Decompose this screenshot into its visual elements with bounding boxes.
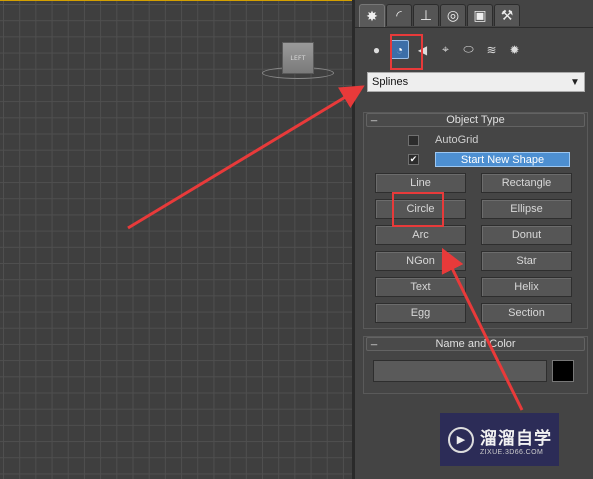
- rectangle-button[interactable]: Rectangle: [481, 173, 572, 193]
- name-and-color-rollout: _ Name and Color: [363, 334, 588, 394]
- viewcube-face-label: LEFT: [290, 54, 306, 62]
- ngon-button-label: NGon: [406, 255, 435, 267]
- command-panel: ✸ ◜ ⊥ ◎ ▣ ⚒ ● ◔ ◀ ⌖ ⬭ ≋ ✹ Splines ▼ _ Ob…: [355, 0, 593, 479]
- object-category-dropdown[interactable]: Splines ▼: [367, 72, 585, 92]
- helix-button-label: Helix: [514, 281, 539, 293]
- hierarchy-tab[interactable]: ⊥: [413, 4, 439, 26]
- text-button-label: Text: [410, 281, 431, 293]
- line-button[interactable]: Line: [375, 173, 466, 193]
- star-button[interactable]: Star: [481, 251, 572, 271]
- watermark-text: 溜溜自学 ZIXUE.3D66.COM: [480, 424, 552, 456]
- create-tab[interactable]: ✸: [359, 4, 385, 28]
- egg-button[interactable]: Egg: [375, 303, 466, 323]
- arc-button-label: Arc: [412, 229, 429, 241]
- autogrid-checkbox[interactable]: [408, 134, 419, 146]
- rectangle-button-label: Rectangle: [501, 177, 552, 189]
- cameras-icon: ⌖: [442, 42, 449, 56]
- object-type-rollout: _ Object Type AutoGrid ✔ Start New Shape…: [363, 110, 588, 329]
- start-new-shape-label: Start New Shape: [460, 153, 545, 166]
- helpers-icon: ⬭: [463, 42, 474, 56]
- space-warps-icon: ≋: [486, 42, 497, 57]
- start-new-shape-button[interactable]: Start New Shape: [435, 152, 570, 167]
- watermark-title: 溜溜自学: [480, 428, 552, 449]
- object-type-rollout-header[interactable]: _ Object Type: [366, 110, 585, 127]
- star-button-label: Star: [516, 255, 537, 267]
- arc-button[interactable]: Arc: [375, 225, 466, 245]
- helix-button[interactable]: Helix: [481, 277, 572, 297]
- autogrid-label: AutoGrid: [435, 134, 479, 146]
- geometry-category-button[interactable]: ●: [367, 40, 386, 59]
- watermark-url: ZIXUE.3D66.COM: [480, 448, 544, 456]
- start-new-shape-row: ✔ Start New Shape: [408, 152, 570, 167]
- utilities-tab[interactable]: ⚒: [494, 4, 520, 26]
- ngon-button[interactable]: NGon: [375, 251, 466, 271]
- motion-icon: ◎: [446, 7, 460, 23]
- egg-button-label: Egg: [410, 307, 431, 319]
- object-color-swatch[interactable]: [552, 360, 574, 382]
- donut-button[interactable]: Donut: [481, 225, 572, 245]
- checkmark-icon: ✔: [409, 154, 418, 164]
- shapes-highlight-box: [390, 34, 423, 70]
- geometry-icon: ●: [372, 42, 381, 57]
- name-and-color-rollout-header[interactable]: _ Name and Color: [366, 334, 585, 351]
- dropdown-selected-value: Splines: [372, 76, 409, 88]
- modify-tab[interactable]: ◜: [386, 4, 412, 26]
- chevron-down-icon[interactable]: ▼: [566, 73, 584, 91]
- display-icon: ▣: [473, 7, 487, 23]
- space-warps-category-button[interactable]: ≋: [482, 40, 501, 59]
- collapse-icon[interactable]: _: [371, 334, 377, 346]
- name-and-color-title: Name and Color: [435, 338, 516, 350]
- autogrid-row: AutoGrid: [408, 134, 478, 146]
- tab-strip-divider: [355, 27, 593, 28]
- utilities-icon: ⚒: [500, 7, 514, 23]
- left-viewport[interactable]: LEFT: [0, 0, 355, 479]
- object-name-field[interactable]: [373, 360, 547, 382]
- helpers-category-button[interactable]: ⬭: [459, 40, 478, 59]
- play-icon: ▶: [448, 426, 474, 453]
- object-type-title: Object Type: [446, 114, 505, 126]
- cameras-category-button[interactable]: ⌖: [436, 40, 455, 59]
- hierarchy-icon: ⊥: [419, 7, 433, 23]
- command-panel-tabs: ✸ ◜ ⊥ ◎ ▣ ⚒: [359, 4, 520, 28]
- systems-category-button[interactable]: ✹: [505, 40, 524, 59]
- display-tab[interactable]: ▣: [467, 4, 493, 26]
- section-button[interactable]: Section: [481, 303, 572, 323]
- motion-tab[interactable]: ◎: [440, 4, 466, 26]
- viewcube[interactable]: LEFT: [282, 42, 314, 74]
- circle-highlight-box: [392, 192, 444, 227]
- collapse-icon[interactable]: _: [371, 110, 377, 122]
- line-button-label: Line: [410, 177, 431, 189]
- modify-icon: ◜: [396, 7, 402, 23]
- start-new-shape-checkbox[interactable]: ✔: [408, 154, 419, 165]
- systems-icon: ✹: [509, 42, 520, 57]
- create-icon: ✸: [366, 8, 378, 24]
- text-button[interactable]: Text: [375, 277, 466, 297]
- section-button-label: Section: [508, 307, 545, 319]
- watermark: ▶ 溜溜自学 ZIXUE.3D66.COM: [440, 413, 559, 466]
- ellipse-button-label: Ellipse: [510, 203, 543, 215]
- ellipse-button[interactable]: Ellipse: [481, 199, 572, 219]
- donut-button-label: Donut: [511, 229, 542, 241]
